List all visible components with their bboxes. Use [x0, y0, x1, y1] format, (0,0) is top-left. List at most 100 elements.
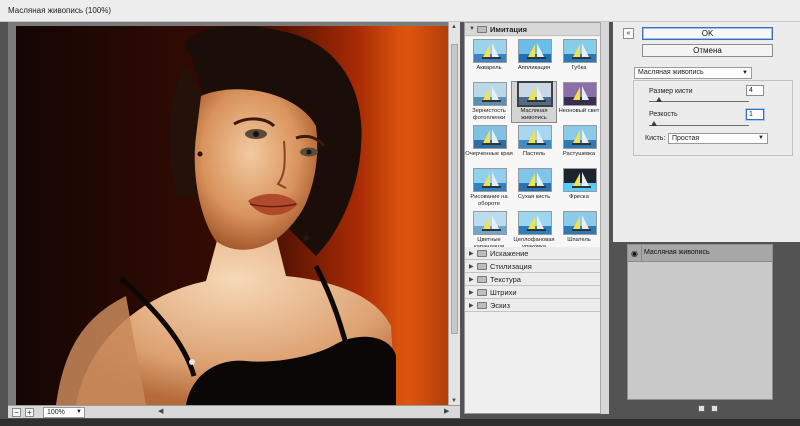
brush-type-label: Кисть:: [645, 135, 666, 142]
divider: [641, 246, 642, 261]
filter-thumb-label: Очерченные края: [465, 151, 513, 157]
plastic-wrap-thumb: [518, 211, 552, 235]
taskbar-strip: [0, 419, 800, 426]
brush-size-slider[interactable]: [649, 101, 749, 102]
scroll-down-icon[interactable]: ▼: [451, 398, 457, 404]
filter-thumb-label: Шпатель: [567, 237, 591, 243]
brush-size-label: Размер кисти: [649, 88, 693, 95]
folder-icon: [477, 302, 487, 309]
category-label: Имитация: [490, 25, 527, 34]
filter-thumb-7[interactable]: Пастель: [512, 125, 556, 165]
filter-thumb-12[interactable]: Цветные карандаши: [467, 211, 511, 251]
delete-effect-layer-icon[interactable]: [711, 405, 718, 412]
filter-thumb-10[interactable]: Сухая кисть: [512, 168, 556, 208]
ok-button[interactable]: OK: [642, 27, 773, 40]
filter-thumb-1[interactable]: Аппликация: [512, 39, 556, 79]
filter-thumb-label: Губка: [571, 65, 587, 71]
filter-thumb-5[interactable]: Неоновый свет: [557, 82, 601, 122]
scroll-up-icon[interactable]: ▲: [451, 24, 457, 30]
filter-thumb-13[interactable]: Целлофановая упаковка: [512, 211, 556, 251]
filter-thumb-14[interactable]: Шпатель: [557, 211, 601, 251]
filter-thumb-label: Сухая кисть: [517, 194, 551, 200]
filter-thumb-2[interactable]: Губка: [557, 39, 601, 79]
zoom-value: 100%: [47, 409, 65, 416]
folder-icon: [477, 289, 487, 296]
filter-thumb-label: Масляная живопись: [520, 108, 548, 121]
filter-select-value: Масляная живопись: [638, 69, 704, 76]
category-label: Штрихи: [490, 288, 517, 297]
folder-icon: [477, 276, 487, 283]
new-effect-layer-icon[interactable]: [698, 405, 705, 412]
eye-icon[interactable]: ◉: [631, 249, 638, 258]
pastel-thumb: [518, 125, 552, 149]
gallery-scrollbar[interactable]: [600, 22, 609, 414]
filter-select[interactable]: Масляная живопись ▼: [634, 67, 752, 79]
sharpness-label: Резкость: [649, 111, 678, 118]
brush-type-select[interactable]: Простая ▼: [668, 133, 768, 144]
category-2[interactable]: ▶ Текстура: [465, 273, 601, 286]
filter-thumb-3[interactable]: Зернистость фотопленки: [467, 82, 511, 122]
folder-icon: [477, 250, 487, 257]
filter-thumb-label: Неоновый свет: [558, 108, 600, 114]
scroll-thumb[interactable]: [451, 44, 458, 334]
poster-edges-thumb: [473, 125, 507, 149]
sharpness-slider-knob[interactable]: [651, 121, 657, 126]
category-1[interactable]: ▶ Стилизация: [465, 260, 601, 273]
effect-layer-label: Масляная живопись: [644, 249, 710, 256]
dry-brush-thumb: [518, 168, 552, 192]
film-grain-thumb: [473, 82, 507, 106]
effect-layer-row[interactable]: ◉ Масляная живопись: [628, 245, 772, 262]
category-label: Стилизация: [490, 262, 532, 271]
chevron-down-icon: ▼: [758, 135, 764, 141]
preview-area[interactable]: [8, 22, 460, 406]
category-label: Эскиз: [490, 301, 511, 310]
preview-vertical-scrollbar[interactable]: ▲ ▼: [448, 22, 460, 406]
category-4[interactable]: ▶ Эскиз: [465, 299, 601, 312]
zoom-bar: − + 100% ▼ ◀ ▶: [8, 405, 460, 418]
scroll-left-icon[interactable]: ◀: [158, 407, 163, 415]
brush-size-slider-knob[interactable]: [656, 97, 662, 102]
filter-thumb-label: Пастель: [522, 151, 546, 157]
palette-knife-thumb: [563, 211, 597, 235]
category-label: Искажение: [490, 249, 529, 258]
collapse-gallery-icon[interactable]: «: [623, 28, 634, 39]
watercolor-thumb: [473, 39, 507, 63]
sponge-thumb: [563, 39, 597, 63]
zoom-select[interactable]: 100% ▼: [43, 407, 85, 418]
scroll-right-icon[interactable]: ▶: [444, 407, 449, 415]
preview-image[interactable]: [16, 26, 453, 405]
colored-pencil-thumb: [473, 211, 507, 235]
sharpness-input[interactable]: 1: [746, 109, 764, 120]
filter-thumb-label: Растушевка: [562, 151, 596, 157]
window-title: Масляная живопись (100%): [8, 6, 112, 15]
filter-thumb-label: Рисование на обороте: [470, 194, 508, 207]
filter-thumb-8[interactable]: Растушевка: [557, 125, 601, 165]
filter-thumb-0[interactable]: Акварель: [467, 39, 511, 79]
category-3[interactable]: ▶ Штрихи: [465, 286, 601, 299]
smudge-thumb: [563, 125, 597, 149]
category-imitation[interactable]: ▼ Имитация: [465, 23, 601, 36]
filter-thumb-11[interactable]: Фреска: [557, 168, 601, 208]
folder-icon: [477, 26, 487, 33]
chevron-right-icon: ▶: [469, 303, 474, 309]
zoom-out-button[interactable]: −: [12, 408, 21, 417]
zoom-in-button[interactable]: +: [25, 408, 34, 417]
chevron-down-icon: ▼: [76, 409, 82, 415]
chevron-right-icon: ▶: [469, 251, 474, 257]
filter-thumb-6[interactable]: Очерченные края: [465, 125, 513, 165]
chevron-down-icon: ▼: [742, 70, 748, 76]
category-0[interactable]: ▶ Искажение: [465, 247, 601, 260]
chevron-right-icon: ▶: [469, 290, 474, 296]
chevron-right-icon: ▶: [469, 277, 474, 283]
effect-layers-panel: ◉ Масляная живопись: [627, 244, 773, 400]
cutout-thumb: [518, 39, 552, 63]
cancel-button[interactable]: Отмена: [642, 44, 773, 57]
fresco-thumb: [563, 168, 597, 192]
brush-size-input[interactable]: 4: [746, 85, 764, 96]
sharpness-slider[interactable]: [649, 125, 749, 126]
filter-thumbnails: Акварель Аппликация Губка Зернистость фотоп…: [465, 37, 601, 265]
filter-thumb-9[interactable]: Рисование на обороте: [467, 168, 511, 208]
filter-thumb-4[interactable]: Масляная живопись: [511, 81, 557, 123]
filter-thumb-label: Фреска: [569, 194, 589, 200]
filter-thumb-label: Зернистость фотопленки: [472, 108, 506, 121]
